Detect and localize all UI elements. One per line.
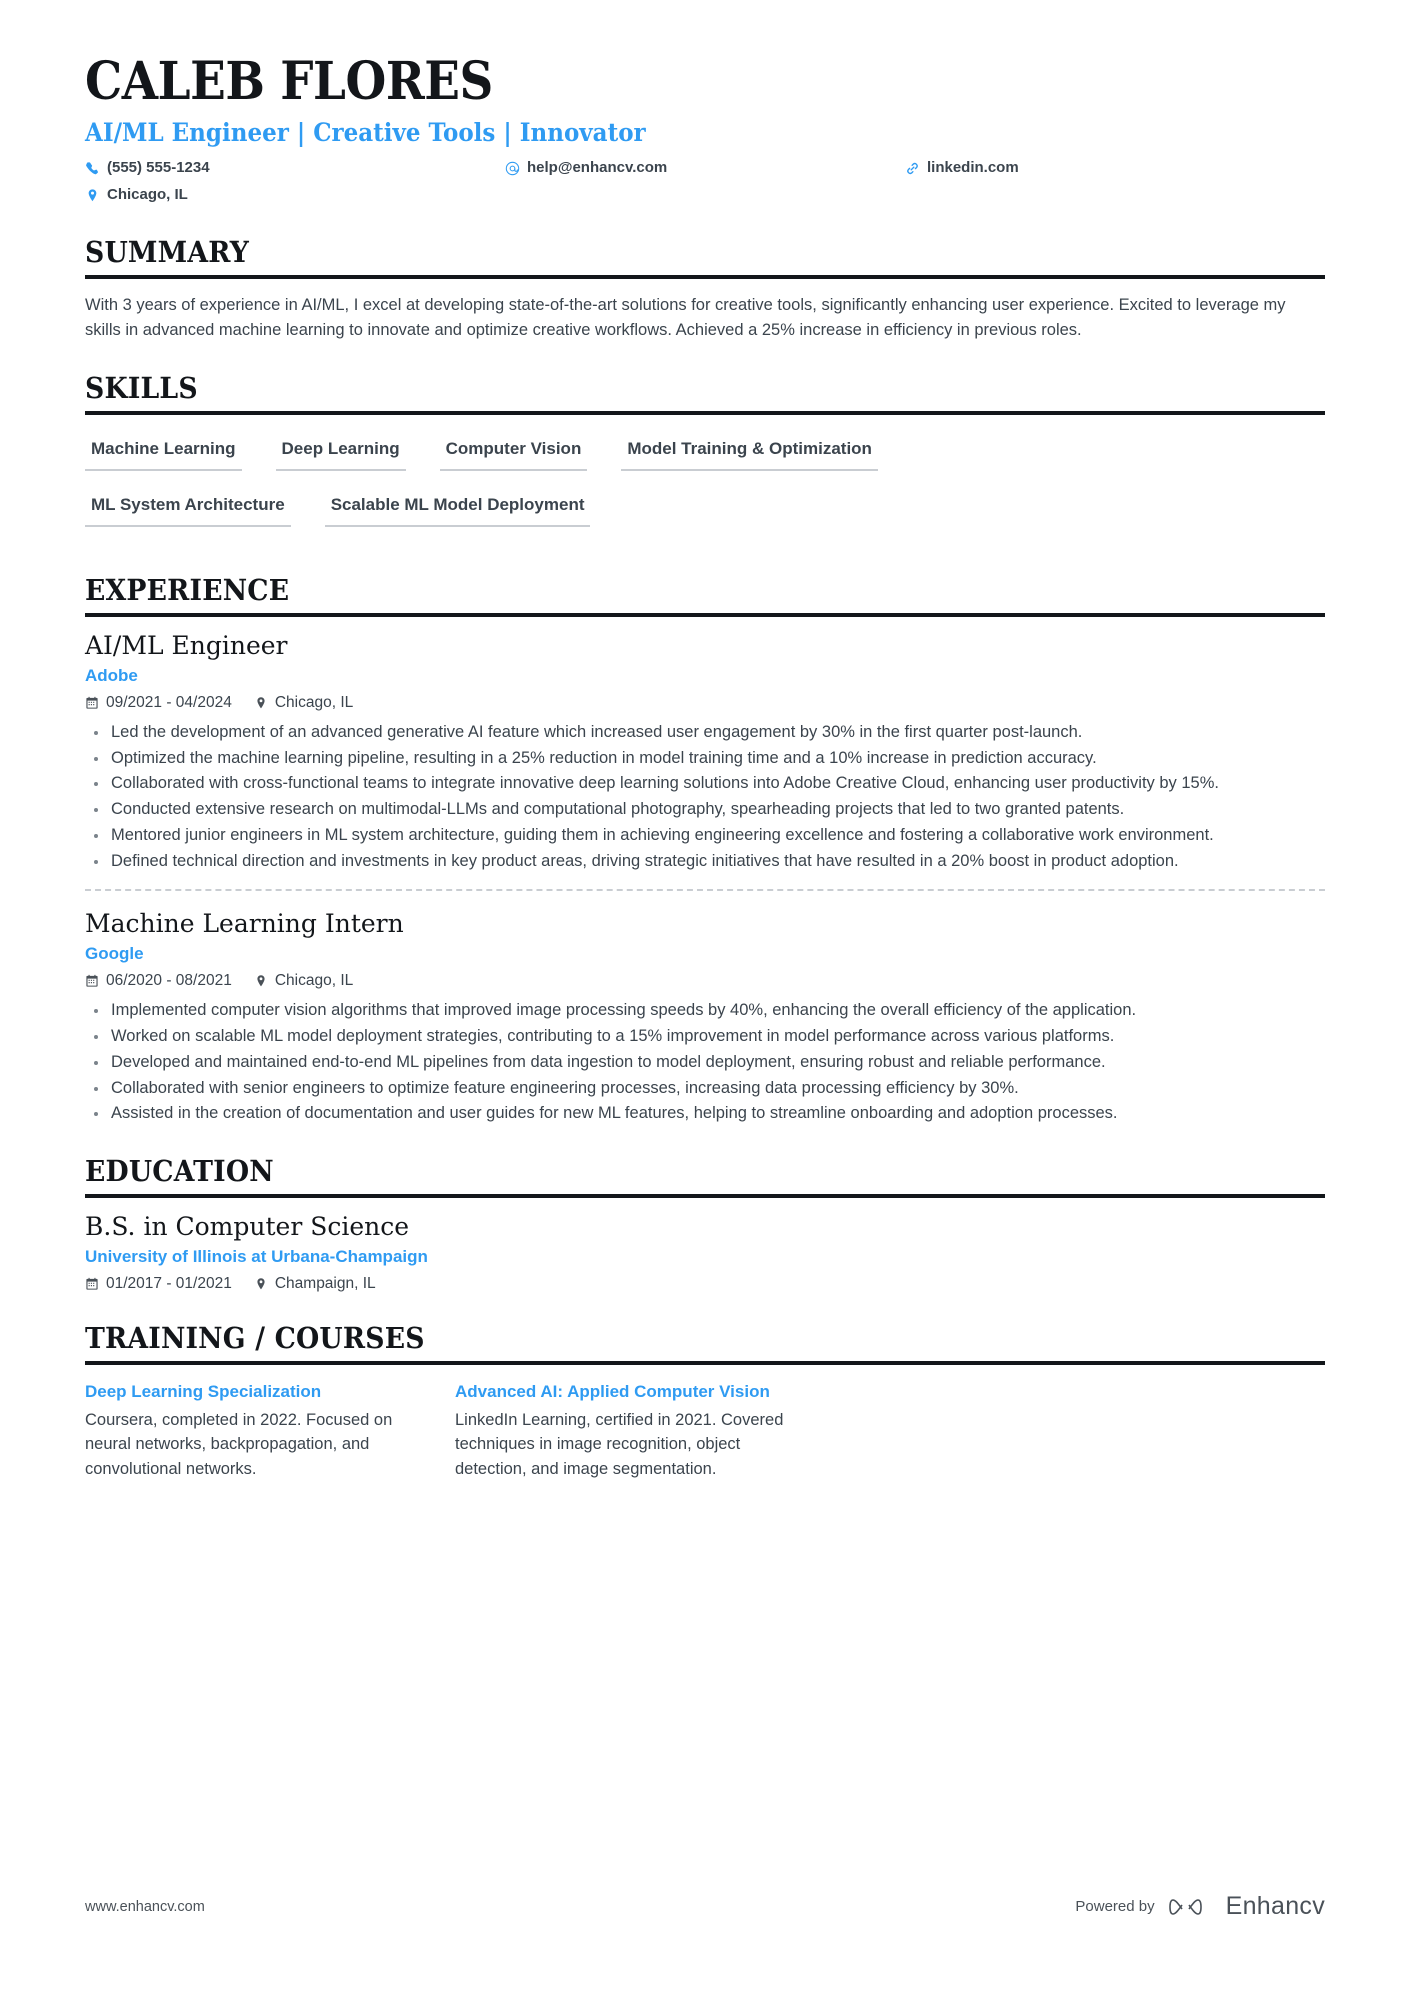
link-icon <box>905 161 920 176</box>
phone-icon <box>85 161 100 176</box>
page-footer: www.enhancv.com Powered by Enhancv <box>85 1892 1325 1921</box>
contact-phone-value: (555) 555-1234 <box>107 158 210 176</box>
bullet-item: Worked on scalable ML model deployment s… <box>85 1024 1325 1049</box>
summary-text: With 3 years of experience in AI/ML, I e… <box>85 295 1286 339</box>
skills-list: Machine Learning Deep Learning Computer … <box>85 433 1085 545</box>
section-education: EDUCATION B.S. in Computer Science Unive… <box>85 1154 1325 1293</box>
contact-email[interactable]: help@enhancv.com <box>505 157 905 180</box>
experience-title: EXPERIENCE <box>85 572 290 607</box>
bullet-item: Collaborated with cross-functional teams… <box>85 771 1325 796</box>
job-bullets: Led the development of an advanced gener… <box>85 720 1325 874</box>
section-skills: SKILLS Machine Learning Deep Learning Co… <box>85 370 1325 545</box>
section-summary: SUMMARY With 3 years of experience in AI… <box>85 234 1325 343</box>
education-dates-value: 01/2017 - 01/2021 <box>106 1275 232 1293</box>
bullet-item: Optimized the machine learning pipeline,… <box>85 746 1325 771</box>
course-title[interactable]: Deep Learning Specialization <box>85 1381 420 1403</box>
location-icon <box>254 1277 268 1291</box>
school-name[interactable]: University of Illinois at Urbana-Champai… <box>85 1246 1325 1268</box>
job-location: Chicago, IL <box>254 972 353 990</box>
location-icon <box>85 188 100 203</box>
resume-header: CALEB FLORES AI/ML Engineer | Creative T… <box>85 51 1325 207</box>
education-location-value: Champaign, IL <box>274 1275 376 1293</box>
bullet-item: Mentored junior engineers in ML system a… <box>85 823 1325 848</box>
calendar-icon <box>85 974 99 988</box>
section-divider <box>85 274 1325 279</box>
location-icon <box>254 696 268 710</box>
footer-brand: Powered by Enhancv <box>1075 1892 1325 1921</box>
education-location: Champaign, IL <box>254 1275 376 1293</box>
bullet-item: Conducted extensive research on multimod… <box>85 797 1325 822</box>
job-dates-value: 06/2020 - 08/2021 <box>106 972 232 990</box>
email-icon <box>505 161 520 176</box>
course-item: Advanced AI: Applied Computer Vision Lin… <box>455 1381 790 1482</box>
experience-entry: Machine Learning Intern Google 06/2020 -… <box>85 889 1325 1126</box>
section-experience: EXPERIENCE AI/ML Engineer Adobe 09/2021 … <box>85 572 1325 1126</box>
job-location: Chicago, IL <box>254 694 353 712</box>
enhancv-brand-name: Enhancv <box>1225 1892 1325 1920</box>
contact-location: Chicago, IL <box>85 184 505 207</box>
job-dates-value: 09/2021 - 04/2024 <box>106 693 232 711</box>
bullet-item: Assisted in the creation of documentatio… <box>85 1101 1325 1126</box>
job-location-value: Chicago, IL <box>274 693 354 711</box>
contact-link[interactable]: linkedin.com <box>905 157 1325 180</box>
course-description: LinkedIn Learning, certified in 2021. Co… <box>455 1410 784 1479</box>
courses-list: Deep Learning Specialization Coursera, c… <box>85 1381 1325 1482</box>
job-meta: 06/2020 - 08/2021 Chicago, IL <box>85 972 1325 990</box>
job-company[interactable]: Adobe <box>85 665 1325 687</box>
training-title: TRAINING / COURSES <box>85 1321 425 1356</box>
footer-url[interactable]: www.enhancv.com <box>85 1899 205 1915</box>
course-title[interactable]: Advanced AI: Applied Computer Vision <box>455 1381 790 1403</box>
job-role: Machine Learning Intern <box>85 909 404 939</box>
skill-chip: Machine Learning <box>85 433 242 471</box>
calendar-icon <box>85 1277 99 1291</box>
course-description: Coursera, completed in 2022. Focused on … <box>85 1410 393 1479</box>
education-title: EDUCATION <box>85 1154 274 1189</box>
education-entry: B.S. in Computer Science University of I… <box>85 1198 1325 1293</box>
section-training: TRAINING / COURSES Deep Learning Special… <box>85 1321 1325 1482</box>
section-divider <box>85 1360 1325 1365</box>
bullet-item: Implemented computer vision algorithms t… <box>85 998 1325 1023</box>
job-company[interactable]: Google <box>85 943 1325 965</box>
education-dates: 01/2017 - 01/2021 <box>85 1275 232 1293</box>
enhancv-mark-icon <box>1168 1898 1202 1915</box>
summary-title: SUMMARY <box>85 234 249 269</box>
powered-by-label: Powered by <box>1075 1898 1155 1915</box>
skill-chip: Deep Learning <box>275 433 406 471</box>
contact-email-value: help@enhancv.com <box>527 158 668 176</box>
contact-location-value: Chicago, IL <box>107 186 188 204</box>
job-location-value: Chicago, IL <box>274 972 354 990</box>
candidate-headline: AI/ML Engineer | Creative Tools | Innova… <box>85 117 646 147</box>
candidate-name: CALEB FLORES <box>85 51 493 112</box>
contact-link-value: linkedin.com <box>927 158 1019 176</box>
contact-phone[interactable]: (555) 555-1234 <box>85 157 505 180</box>
skill-chip: Model Training & Optimization <box>621 433 878 471</box>
job-role: AI/ML Engineer <box>85 630 288 660</box>
skill-chip: Scalable ML Model Deployment <box>324 489 591 527</box>
job-dates: 06/2020 - 08/2021 <box>85 972 232 990</box>
job-bullets: Implemented computer vision algorithms t… <box>85 998 1325 1126</box>
experience-entry: AI/ML Engineer Adobe 09/2021 - 04/2024 C… <box>85 617 1325 874</box>
location-icon <box>254 974 268 988</box>
calendar-icon <box>85 696 99 710</box>
skill-chip: Computer Vision <box>439 433 588 471</box>
bullet-item: Developed and maintained end-to-end ML p… <box>85 1050 1325 1075</box>
section-divider <box>85 410 1325 415</box>
course-item: Deep Learning Specialization Coursera, c… <box>85 1381 420 1482</box>
skills-title: SKILLS <box>85 370 198 405</box>
enhancv-logo[interactable]: Enhancv <box>1168 1892 1325 1921</box>
resume-page: CALEB FLORES AI/ML Engineer | Creative T… <box>0 0 1410 1995</box>
bullet-item: Defined technical direction and investme… <box>85 849 1325 874</box>
contact-info: (555) 555-1234 help@enhancv.com linkedin… <box>85 157 1325 207</box>
bullet-item: Collaborated with senior engineers to op… <box>85 1076 1325 1101</box>
job-meta: 09/2021 - 04/2024 Chicago, IL <box>85 694 1325 712</box>
job-dates: 09/2021 - 04/2024 <box>85 694 232 712</box>
bullet-item: Led the development of an advanced gener… <box>85 720 1325 745</box>
degree-title: B.S. in Computer Science <box>85 1212 410 1241</box>
education-meta: 01/2017 - 01/2021 Champaign, IL <box>85 1275 1325 1293</box>
skill-chip: ML System Architecture <box>85 489 291 527</box>
